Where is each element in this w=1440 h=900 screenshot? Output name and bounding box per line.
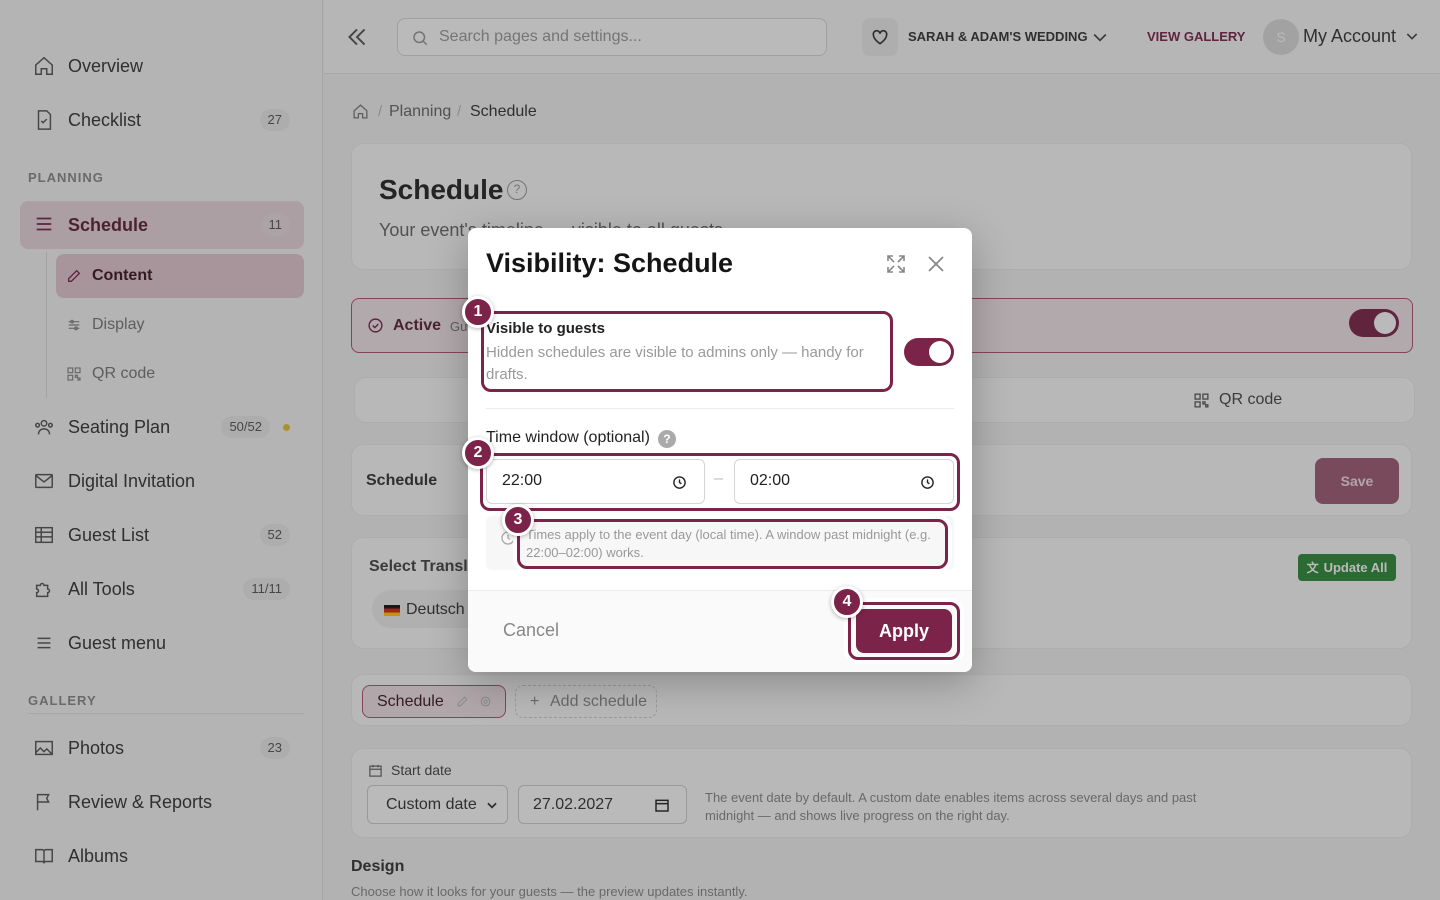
highlight-visible-to-guests — [481, 311, 893, 392]
cancel-button[interactable]: Cancel — [492, 608, 570, 652]
visible-toggle[interactable] — [904, 338, 954, 366]
step-badge: 1 — [462, 296, 494, 328]
close-icon[interactable] — [924, 252, 948, 276]
divider — [486, 408, 954, 409]
help-icon[interactable]: ? — [658, 430, 676, 448]
highlight-time-window — [480, 453, 960, 511]
highlight-time-note — [517, 519, 948, 569]
time-window-label: Time window (optional) — [486, 429, 650, 446]
step-badge: 4 — [831, 586, 863, 618]
highlight-apply — [848, 602, 960, 660]
step-badge: 2 — [462, 437, 494, 469]
toggle-knob — [929, 341, 951, 363]
dialog-title: Visibility: Schedule — [486, 248, 734, 278]
step-badge: 3 — [502, 504, 534, 536]
expand-icon[interactable] — [884, 252, 908, 276]
